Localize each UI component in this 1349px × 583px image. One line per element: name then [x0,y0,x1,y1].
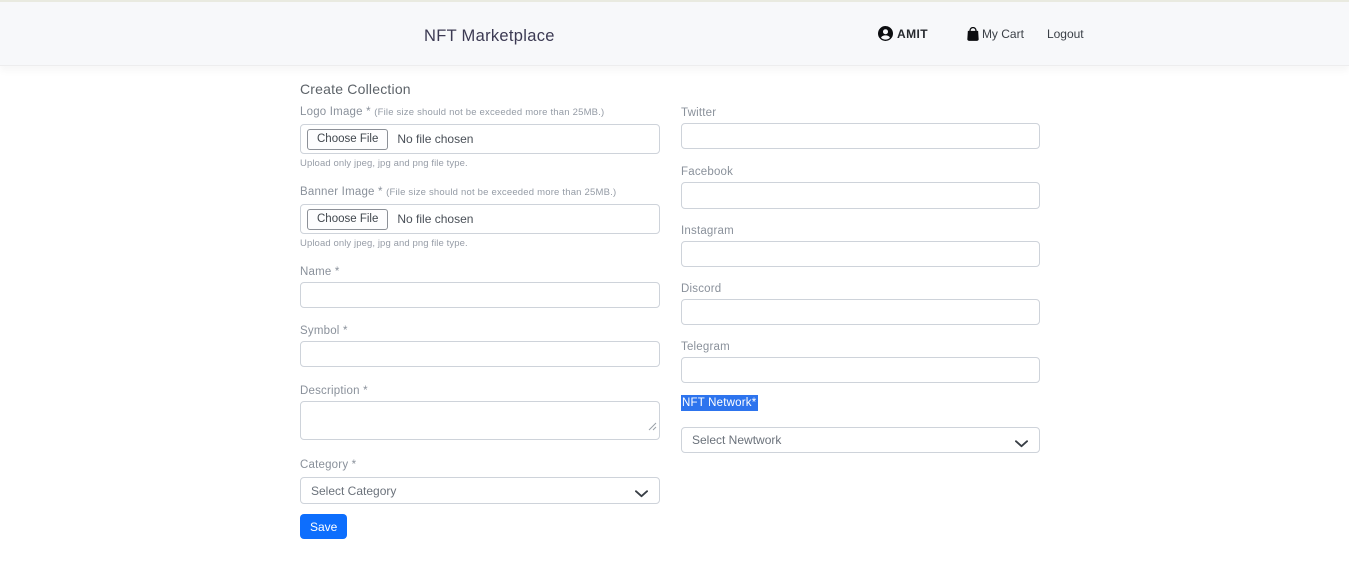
banner-type-note: Upload only jpeg, jpg and png file type. [300,238,660,249]
user-name: AMIT [897,27,928,41]
form-left-column: Create Collection Logo Image * (File siz… [300,81,660,539]
twitter-field: Twitter [681,107,1040,149]
description-label: Description * [300,385,660,397]
chevron-down-icon [1015,437,1028,451]
my-cart-link[interactable]: My Cart [967,27,1024,41]
name-field: Name * [300,266,660,308]
nft-network-label: NFT Network* [681,395,758,411]
name-label: Name * [300,266,660,278]
symbol-label: Symbol * [300,325,660,337]
discord-input[interactable] [681,299,1040,325]
banner-image-field: Banner Image * (File size should not be … [300,186,660,249]
top-navbar: NFT Marketplace AMIT My Cart Logout [0,0,1349,66]
category-select[interactable]: Select Category [300,477,660,504]
symbol-input[interactable] [300,341,660,367]
network-selected-value: Select Newtwork [692,433,781,447]
shopping-bag-icon [967,27,979,41]
discord-field: Discord [681,283,1040,325]
telegram-label: Telegram [681,341,1040,353]
description-textarea[interactable] [300,401,660,440]
logo-image-field: Logo Image * (File size should not be ex… [300,106,660,169]
facebook-input[interactable] [681,182,1040,209]
category-selected-value: Select Category [311,484,396,498]
banner-file-status: No file chosen [397,212,473,226]
navbar-right: AMIT My Cart Logout [878,2,1084,65]
nft-network-field: NFT Network* Select Newtwork [681,393,1040,453]
name-input[interactable] [300,282,660,308]
twitter-label: Twitter [681,107,1040,119]
category-label: Category * [300,459,660,471]
create-collection-form: Create Collection Logo Image * (File siz… [0,66,1349,539]
instagram-label: Instagram [681,225,1040,237]
instagram-input[interactable] [681,241,1040,267]
banner-file-input[interactable]: Choose File No file chosen [300,204,660,234]
logo-image-label: Logo Image * (File size should not be ex… [300,106,660,118]
banner-size-hint: (File size should not be exceeded more t… [386,187,616,198]
description-field: Description * [300,385,660,440]
user-circle-icon [878,26,893,41]
banner-image-label: Banner Image * (File size should not be … [300,186,660,198]
discord-label: Discord [681,283,1040,295]
logout-link[interactable]: Logout [1047,27,1084,41]
logo-file-input[interactable]: Choose File No file chosen [300,124,660,154]
brand-title[interactable]: NFT Marketplace [424,27,555,46]
banner-choose-file-button[interactable]: Choose File [307,209,388,230]
resize-handle-icon[interactable] [648,418,657,436]
user-menu[interactable]: AMIT [878,26,928,41]
category-field: Category * Select Category [300,459,660,504]
form-right-column: Twitter Facebook Instagram Discord Teleg… [681,81,1040,539]
facebook-field: Facebook [681,166,1040,209]
chevron-down-icon [635,487,648,501]
logo-type-note: Upload only jpeg, jpg and png file type. [300,158,660,169]
instagram-field: Instagram [681,225,1040,267]
facebook-label: Facebook [681,166,1040,178]
symbol-field: Symbol * [300,325,660,367]
logo-file-status: No file chosen [397,132,473,146]
logo-choose-file-button[interactable]: Choose File [307,129,388,150]
logo-size-hint: (File size should not be exceeded more t… [374,107,604,118]
my-cart-label: My Cart [982,27,1024,41]
logout-label: Logout [1047,27,1084,41]
telegram-field: Telegram [681,341,1040,383]
telegram-input[interactable] [681,357,1040,383]
page-title: Create Collection [300,81,660,97]
nft-network-select[interactable]: Select Newtwork [681,427,1040,453]
save-button[interactable]: Save [300,514,347,539]
twitter-input[interactable] [681,123,1040,149]
